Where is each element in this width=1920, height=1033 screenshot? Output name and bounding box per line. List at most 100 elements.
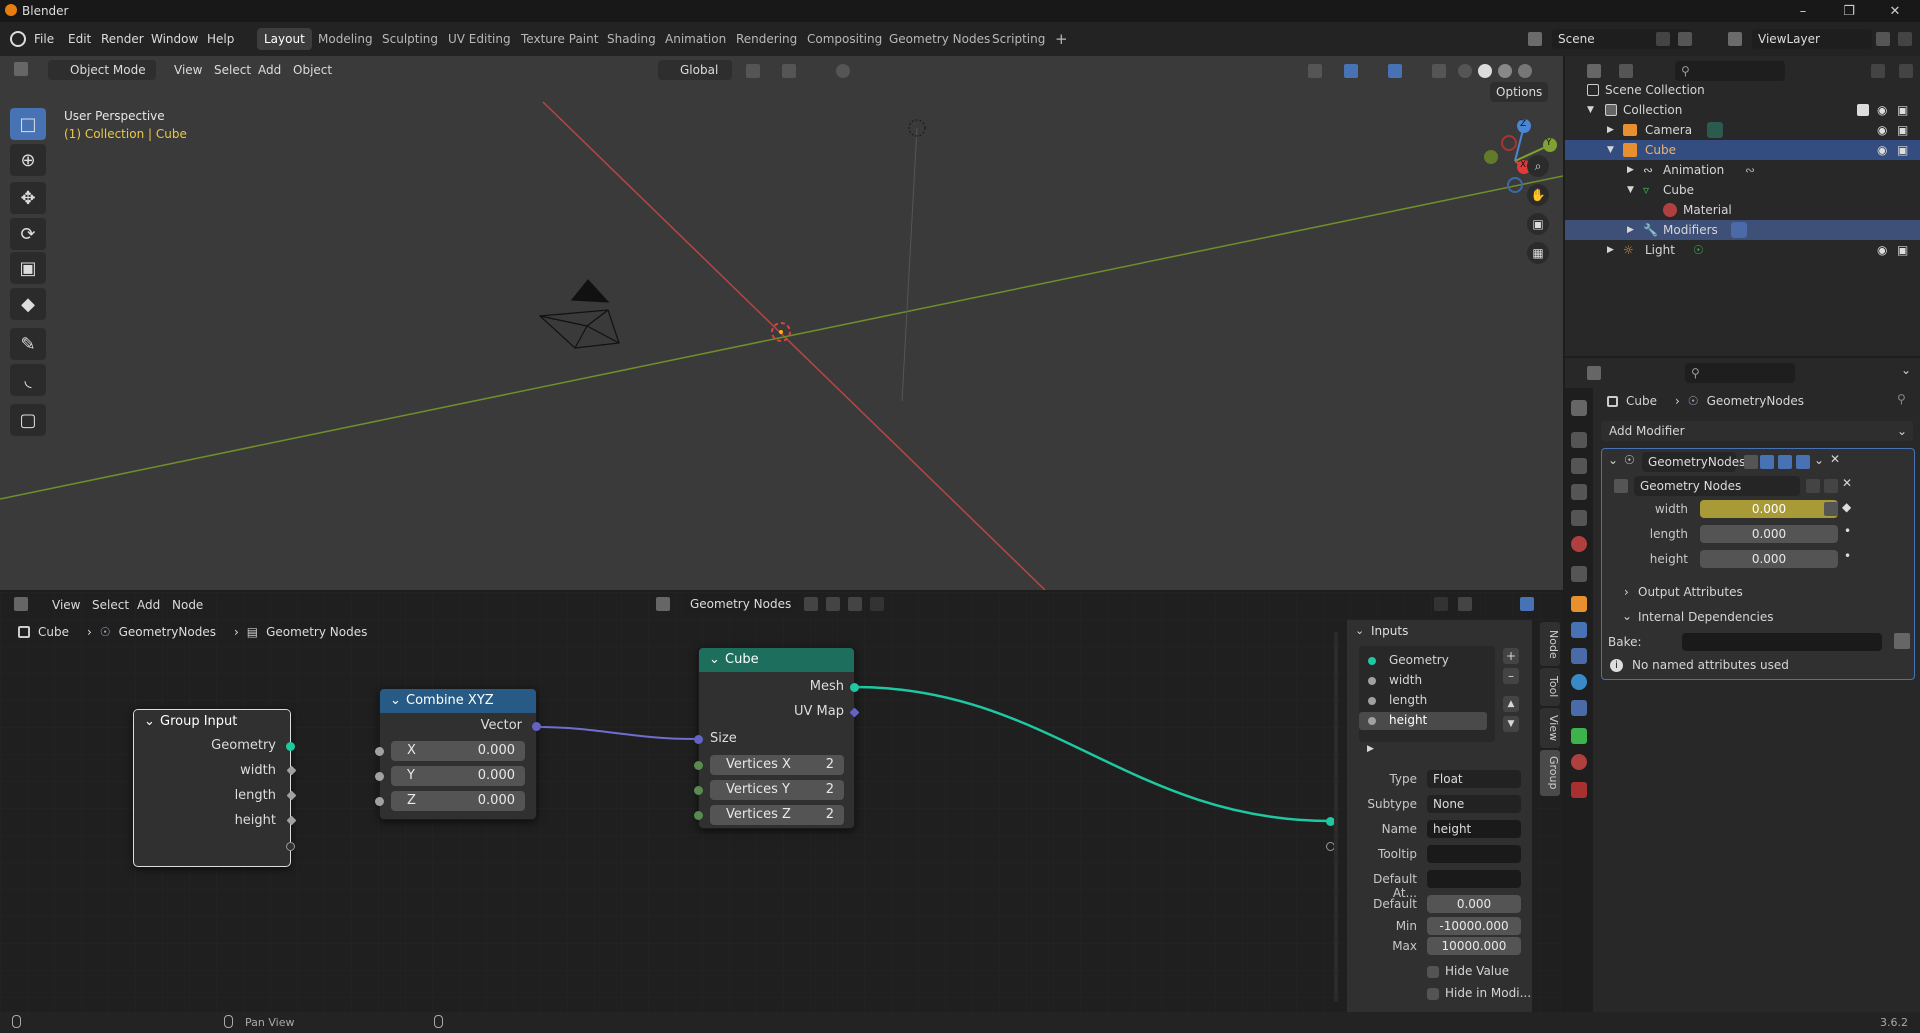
eye-icon[interactable]: ◉ <box>1877 140 1887 160</box>
unlink-tree-icon[interactable] <box>848 597 862 611</box>
y-input-field[interactable]: Y 0.000 <box>391 766 525 786</box>
min-field[interactable]: -10000.000 <box>1427 917 1521 935</box>
pin-icon[interactable]: ⚲ <box>1897 392 1906 406</box>
duplicate-node-group-icon[interactable] <box>1824 479 1838 493</box>
tab-uv-editing[interactable]: UV Editing <box>441 28 518 50</box>
parent-node-tree-icon[interactable] <box>1434 597 1448 611</box>
output-attributes-subpanel[interactable]: Output Attributes <box>1638 585 1743 599</box>
fake-user-shield-icon[interactable] <box>804 597 818 611</box>
cube-node[interactable]: ⌄ Cube Mesh UV Map Size Vertices X 2 Ver… <box>694 647 860 829</box>
subtype-dropdown[interactable]: None <box>1427 795 1521 813</box>
add-workspace-icon[interactable]: + <box>1048 28 1075 50</box>
properties-editor[interactable]: ⚲ ⌄ Cube › ☉ GeometryNodes ⚲ Add Modifie… <box>1565 358 1920 1012</box>
type-dropdown[interactable]: Float <box>1427 770 1521 788</box>
empty-socket[interactable] <box>286 842 295 851</box>
collapse-chevron-icon[interactable]: ⌄ <box>144 710 155 734</box>
node-menu-select[interactable]: Select <box>86 595 135 615</box>
particles-tab-icon[interactable] <box>1571 648 1587 664</box>
remove-view-layer-icon[interactable] <box>1898 32 1912 46</box>
vertices-x-field[interactable]: Vertices X 2 <box>710 755 844 775</box>
texture-tab-icon[interactable] <box>1571 782 1587 798</box>
collapse-chevron-icon[interactable]: ⌄ <box>390 689 401 713</box>
param-field-width[interactable]: 0.000 <box>1700 500 1838 518</box>
mode-selector[interactable]: Object Mode <box>48 60 156 80</box>
breadcrumb-object[interactable]: Cube <box>38 623 69 641</box>
hide-value-checkbox[interactable] <box>1427 966 1439 978</box>
render-camera-icon[interactable]: ▣ <box>1897 240 1908 260</box>
scrollbar-vertical[interactable] <box>1334 632 1338 1002</box>
pin-tree-icon[interactable] <box>870 597 884 611</box>
combine-xyz-header[interactable]: ⌄ Combine XYZ <box>380 689 536 713</box>
render-camera-icon[interactable]: ▣ <box>1897 120 1908 140</box>
param-field-length[interactable]: 0.000 <box>1700 525 1838 543</box>
annotate-tool[interactable]: ✎ <box>10 328 46 360</box>
modifier-tab-icon[interactable] <box>1571 622 1587 638</box>
proportional-edit-icon[interactable] <box>836 64 850 78</box>
expand-chevron-icon[interactable]: ▶ <box>1607 240 1614 260</box>
cursor-tool[interactable]: ⊕ <box>10 144 46 176</box>
viewport-toggle-icon[interactable] <box>1778 455 1792 469</box>
expand-chevron-icon[interactable]: ▶ <box>1627 220 1634 240</box>
cage-toggle-icon[interactable] <box>1760 455 1774 469</box>
new-view-layer-icon[interactable] <box>1876 32 1890 46</box>
ortho-toggle-icon[interactable]: ▦ <box>1527 242 1549 264</box>
move-up-icon[interactable]: ▲ <box>1503 696 1519 712</box>
collapse-chevron-icon[interactable]: ⌄ <box>1608 453 1618 467</box>
eye-icon[interactable]: ◉ <box>1877 240 1887 260</box>
default-field[interactable]: 0.000 <box>1427 895 1521 913</box>
outliner-row-light[interactable]: ▶ ☼ Light ☉ ◉ ▣ <box>1565 240 1920 260</box>
sidebar-tab-group[interactable]: Group <box>1540 750 1560 796</box>
outliner-search-input[interactable]: ⚲ <box>1675 61 1785 81</box>
sidebar-tab-view[interactable]: View <box>1540 708 1560 748</box>
add-input-icon[interactable]: + <box>1503 648 1519 664</box>
name-field[interactable]: height <box>1427 820 1521 838</box>
new-collection-icon[interactable] <box>1899 64 1913 78</box>
outliner-row-animation[interactable]: ▶ ∾ Animation ∾ <box>1565 160 1920 180</box>
exclude-checkbox[interactable] <box>1857 104 1869 116</box>
tab-shading[interactable]: Shading <box>600 28 663 50</box>
shading-solid-icon[interactable] <box>1478 64 1492 78</box>
group-input-header[interactable]: ⌄ Group Input <box>134 710 290 734</box>
tab-modeling[interactable]: Modeling <box>311 28 380 50</box>
tab-geometry-nodes[interactable]: Geometry Nodes <box>882 28 997 50</box>
vertices-y-socket[interactable] <box>694 786 703 795</box>
keyframe-dot-icon[interactable]: • <box>1844 524 1851 538</box>
collapse-chevron-icon[interactable]: ⌄ <box>1622 609 1632 623</box>
expand-chevron-icon[interactable]: ▶ <box>1627 160 1634 180</box>
node-snap-icon[interactable] <box>1458 597 1472 611</box>
param-field-height[interactable]: 0.000 <box>1700 550 1838 568</box>
mesh-output-socket[interactable] <box>850 683 859 692</box>
tab-texture-paint[interactable]: Texture Paint <box>514 28 605 50</box>
pan-hand-icon[interactable]: ✋ <box>1527 184 1549 206</box>
menu-window[interactable]: Window <box>151 22 198 56</box>
vector-output-socket[interactable] <box>532 722 541 731</box>
node-editor[interactable]: View Select Add Node Geometry Nodes Cube… <box>0 592 1563 1012</box>
outliner-row-collection[interactable]: ▼ Collection ◉ ▣ <box>1565 100 1920 120</box>
render-camera-icon[interactable]: ▣ <box>1897 100 1908 120</box>
breadcrumb-modifier[interactable]: GeometryNodes <box>119 623 216 641</box>
duplicate-tree-icon[interactable] <box>826 597 840 611</box>
visibility-icon[interactable] <box>1308 64 1322 78</box>
viewport-menu-object[interactable]: Object <box>287 60 338 80</box>
output-tab-icon[interactable] <box>1571 458 1587 474</box>
close-icon[interactable]: ✕ <box>1872 0 1918 22</box>
zoom-icon[interactable]: ⌕ <box>1527 155 1549 177</box>
outliner-row-mesh-data[interactable]: ▼ ▿ Cube <box>1565 180 1920 200</box>
world-tab-icon[interactable] <box>1571 536 1587 552</box>
render-toggle-icon[interactable] <box>1796 455 1810 469</box>
list-expand-icon[interactable]: ▶ <box>1367 744 1374 754</box>
minimize-icon[interactable]: – <box>1780 0 1826 22</box>
sidebar-tab-tool[interactable]: Tool <box>1540 668 1560 706</box>
inputs-section-title[interactable]: Inputs <box>1371 624 1408 638</box>
x-input-socket[interactable] <box>375 747 384 756</box>
keyframe-dot-icon[interactable]: • <box>1844 549 1851 563</box>
sidebar-tab-node[interactable]: Node <box>1540 622 1560 666</box>
node-tree-selector[interactable]: Geometry Nodes <box>684 594 798 614</box>
inputs-list[interactable]: Geometry width length height <box>1359 646 1495 742</box>
pivot-icon[interactable] <box>746 64 760 78</box>
shading-wireframe-icon[interactable] <box>1458 64 1472 78</box>
object-tab-icon[interactable] <box>1571 596 1587 612</box>
keyframe-diamond-icon[interactable]: ◆ <box>1842 500 1851 514</box>
blender-menu-icon[interactable] <box>10 31 26 47</box>
tab-compositing[interactable]: Compositing <box>800 28 889 50</box>
